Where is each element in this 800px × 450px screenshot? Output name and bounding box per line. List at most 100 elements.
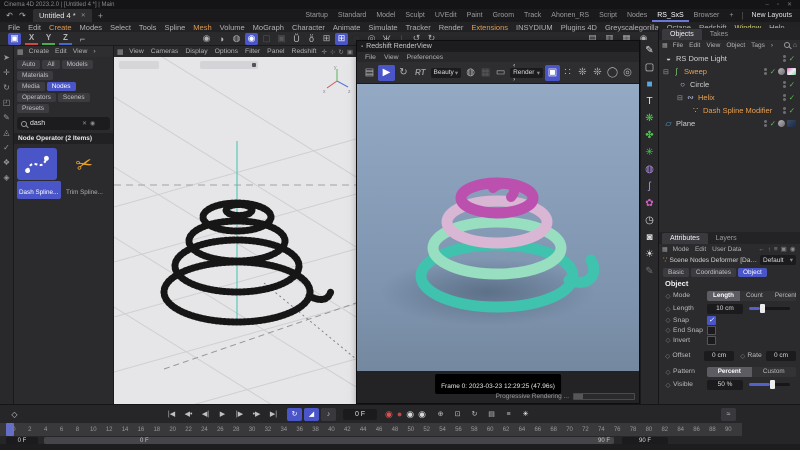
toolbar-icon[interactable]: ◉ <box>200 33 213 45</box>
attributes-menu-item[interactable]: Edit <box>692 246 709 253</box>
redo-icon[interactable]: ↷ <box>16 10 29 22</box>
visibility-dots[interactable] <box>764 120 767 128</box>
mode-option[interactable]: Length <box>707 291 740 301</box>
asset-menu-item[interactable]: Create <box>26 48 52 55</box>
visibility-dots[interactable] <box>783 55 786 63</box>
preview-range-bar[interactable]: 0 F 90 F <box>44 437 614 444</box>
object-tree-item[interactable]: ▱ Plane ✓ <box>659 117 800 130</box>
tool-strip-icon[interactable]: ↻ <box>0 80 14 95</box>
attributes-nav-icon[interactable]: ← <box>757 246 767 253</box>
enabled-check[interactable]: ✓ <box>770 67 776 76</box>
offset-field[interactable]: 0 cm <box>704 351 734 361</box>
menu-item[interactable]: Tools <box>135 23 161 32</box>
visible-slider[interactable] <box>749 383 790 386</box>
timeline-toggle[interactable]: ♪ <box>321 408 336 421</box>
panel-menu-icon[interactable]: ▦ <box>662 246 668 253</box>
layout-tab[interactable]: + <box>724 9 738 22</box>
filter-chip[interactable]: Nodes <box>47 82 76 91</box>
create-object-icon[interactable]: ☀ <box>641 246 659 263</box>
filter-chip[interactable]: Scenes <box>58 93 90 102</box>
preset-select[interactable]: Default ▾ <box>760 255 796 265</box>
aov-select[interactable]: Beauty ▾ <box>431 68 462 78</box>
tool-strip-icon[interactable]: ◬ <box>0 125 14 140</box>
create-object-icon[interactable]: ◍ <box>641 161 659 178</box>
pattern-option[interactable]: Custom <box>752 367 797 377</box>
menu-item[interactable]: Character <box>288 23 329 32</box>
toolbar-icon[interactable]: ṏ <box>305 33 318 45</box>
menu-item[interactable]: Create <box>45 23 76 32</box>
object-label[interactable]: RS Dome Light <box>676 54 727 63</box>
renderview-menu-item[interactable]: File <box>361 54 380 61</box>
invert-checkbox[interactable] <box>707 336 716 345</box>
close-button[interactable]: ✕ <box>783 1 796 8</box>
layout-tab[interactable]: UVEdit <box>430 9 462 22</box>
enabled-check[interactable]: ✓ <box>770 119 776 128</box>
renderview-icon[interactable]: ◎ <box>620 65 635 81</box>
panel-menu-icon[interactable]: ▦ <box>17 48 24 56</box>
manager-tab[interactable]: Objects <box>662 29 702 40</box>
record-option-button[interactable]: ↻ <box>467 408 482 421</box>
transport-button[interactable]: |◀ <box>164 408 179 421</box>
toolbar-icon[interactable]: ▣ <box>8 33 21 45</box>
menu-item[interactable]: Plugins 4D <box>557 23 601 32</box>
transport-button[interactable]: ▶| <box>266 408 281 421</box>
snapshot-nav-select[interactable]: ‹ Render › ▾ <box>510 68 543 78</box>
object-manager-menu-item[interactable]: View <box>703 42 723 49</box>
object-manager-menu-item[interactable]: File <box>670 42 686 49</box>
transport-button[interactable]: ◀• <box>181 408 196 421</box>
toolbar-icon[interactable]: ▣ <box>275 33 288 45</box>
layout-tab[interactable]: Sculpt <box>400 9 429 22</box>
manager-tab[interactable]: Layers <box>708 233 745 244</box>
create-object-icon[interactable]: ʃ <box>641 178 659 195</box>
panel-menu-icon[interactable]: ▦ <box>662 42 668 49</box>
renderview-icon[interactable]: ↻ <box>395 65 412 81</box>
length-field[interactable]: 10 cm <box>707 304 743 314</box>
object-label[interactable]: Sweep <box>684 67 707 76</box>
viewport-canvas[interactable]: z y x <box>114 57 356 404</box>
object-manager-menu-item[interactable]: › <box>768 42 776 49</box>
pattern-option[interactable]: Percent <box>707 367 752 377</box>
renderview-menu-item[interactable]: Preferences <box>403 54 448 61</box>
renderview-icon[interactable]: ▶ <box>378 65 395 81</box>
create-object-icon[interactable]: ✳ <box>641 144 659 161</box>
create-object-icon[interactable]: ▢ <box>641 59 659 76</box>
tool-strip-icon[interactable]: ➤ <box>0 50 14 65</box>
layout-tab[interactable]: Browser <box>689 9 725 22</box>
phong-tag[interactable] <box>778 120 785 127</box>
asset-tile-dash-spline[interactable]: Dash Spline... <box>17 148 61 199</box>
enabled-check[interactable]: ✓ <box>789 93 795 102</box>
timeline-ruler[interactable]: 0246810121416182022242628303234363840424… <box>0 423 742 436</box>
enabled-check[interactable]: ✓ <box>789 54 795 63</box>
renderview-icon[interactable]: ▦ <box>478 65 493 81</box>
toolbar-icon[interactable]: ◑ <box>215 33 228 45</box>
object-manager-menu-item[interactable]: Object <box>723 42 748 49</box>
fcurve-graph-button[interactable]: ≈ <box>721 408 736 421</box>
filter-chip[interactable]: Presets <box>17 104 49 113</box>
attributes-menu-item[interactable]: User Data <box>709 246 744 253</box>
record-circle-button[interactable]: ◉ <box>416 409 428 420</box>
record-option-button[interactable]: ≡ <box>501 408 516 421</box>
create-object-icon[interactable]: T <box>641 93 659 110</box>
mode-option[interactable]: Percentage <box>769 291 796 301</box>
menu-item[interactable]: Extensions <box>467 23 512 32</box>
renderview-icon[interactable]: ❊ <box>590 65 605 81</box>
layout-tab[interactable]: Track <box>519 9 546 22</box>
mode-option[interactable]: Count <box>740 291 769 301</box>
menu-item[interactable]: File <box>4 23 24 32</box>
create-object-icon[interactable]: ✎ <box>641 42 659 59</box>
attributes-nav-icon[interactable]: ≡ <box>772 246 779 253</box>
filter-chip[interactable]: Materials <box>17 71 53 80</box>
menu-item[interactable]: Modes <box>76 23 107 32</box>
record-circle-button[interactable]: ● <box>395 409 404 419</box>
undo-icon[interactable]: ↶ <box>3 10 16 22</box>
snap-checkbox[interactable]: ✓ <box>707 316 716 325</box>
create-object-icon[interactable]: ■ <box>641 76 659 93</box>
enabled-check[interactable]: ✓ <box>789 106 795 115</box>
keyframe-icon[interactable]: ◇ <box>7 408 22 421</box>
transport-button[interactable]: ◀| <box>198 408 213 421</box>
object-label[interactable]: Circle <box>690 80 709 89</box>
menu-item[interactable]: Render <box>435 23 468 32</box>
toolbar-icon[interactable]: ⌐ <box>76 33 89 45</box>
viewport-menu-item[interactable]: Panel <box>264 48 288 55</box>
filter-chip[interactable]: Operators <box>17 93 56 102</box>
